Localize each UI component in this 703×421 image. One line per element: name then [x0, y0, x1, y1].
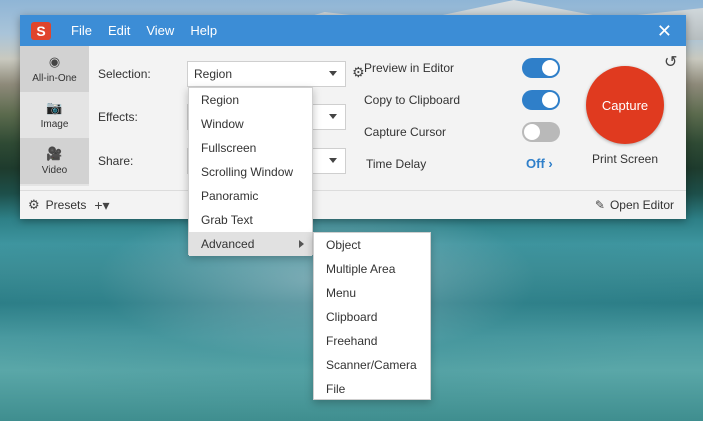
- selection-option-advanced[interactable]: Advanced: [189, 232, 312, 256]
- selection-option-scrolling-window[interactable]: Scrolling Window: [189, 160, 312, 184]
- sidebar-item-label: All-in-One: [32, 73, 77, 84]
- chevron-down-icon: [329, 114, 337, 119]
- menu-edit[interactable]: Edit: [108, 23, 130, 38]
- selection-option-region[interactable]: Region: [189, 88, 312, 112]
- edit-icon: ✎: [594, 198, 605, 212]
- capture-cursor-toggle[interactable]: [522, 122, 560, 142]
- menu-view[interactable]: View: [146, 23, 174, 38]
- preview-in-editor-toggle[interactable]: [522, 58, 560, 78]
- toggle-knob: [542, 60, 558, 76]
- selection-dropdown: Region Window Fullscreen Scrolling Windo…: [188, 87, 313, 256]
- app-logo: S: [31, 21, 51, 40]
- advanced-submenu: Object Multiple Area Menu Clipboard Free…: [313, 232, 431, 400]
- title-bar: S File Edit View Help ✕: [20, 15, 686, 46]
- selection-value: Region: [194, 67, 233, 81]
- copy-to-clipboard-toggle[interactable]: [522, 90, 560, 110]
- chevron-right-icon: [299, 240, 304, 248]
- sidebar-item-image[interactable]: 📷 Image: [20, 92, 89, 138]
- chevron-down-icon: [329, 71, 337, 76]
- video-icon: 🎥: [46, 146, 63, 161]
- camera-icon: 📷: [46, 100, 63, 115]
- sidebar-item-video[interactable]: 🎥 Video: [20, 138, 89, 184]
- open-editor-button[interactable]: ✎ Open Editor: [595, 198, 674, 212]
- sidebar-item-all-in-one[interactable]: ◉ All-in-One: [20, 46, 89, 92]
- sidebar-item-label: Video: [41, 165, 68, 176]
- time-delay-value[interactable]: Off ›: [526, 156, 553, 171]
- presets-gear-icon[interactable]: ⚙: [28, 197, 40, 213]
- menu-help[interactable]: Help: [190, 23, 217, 38]
- sidebar: ◉ All-in-One 📷 Image 🎥 Video: [20, 46, 89, 186]
- advanced-option-clipboard[interactable]: Clipboard: [314, 305, 430, 329]
- advanced-option-file[interactable]: File: [314, 377, 430, 401]
- menu-bar: File Edit View Help: [71, 23, 233, 38]
- chevron-down-icon: [329, 158, 337, 163]
- add-preset-button[interactable]: +▾: [94, 197, 109, 214]
- advanced-option-object[interactable]: Object: [314, 233, 430, 257]
- menu-file[interactable]: File: [71, 23, 92, 38]
- presets-button[interactable]: Presets: [46, 198, 87, 212]
- advanced-option-menu[interactable]: Menu: [314, 281, 430, 305]
- preview-in-editor-label: Preview in Editor: [364, 61, 455, 75]
- capture-cursor-label: Capture Cursor: [364, 125, 447, 139]
- selection-option-panoramic[interactable]: Panoramic: [189, 184, 312, 208]
- bottom-bar: ⚙ Presets +▾ ✎ Open Editor: [20, 190, 686, 219]
- capture-shortcut: Print Screen: [591, 152, 659, 166]
- effects-label: Effects:: [98, 110, 138, 124]
- reset-icon[interactable]: ↺: [664, 52, 677, 72]
- toggle-knob: [524, 124, 540, 140]
- selection-select[interactable]: Region: [187, 61, 346, 87]
- selection-option-fullscreen[interactable]: Fullscreen: [189, 136, 312, 160]
- selection-label: Selection:: [98, 67, 151, 81]
- sidebar-item-label: Image: [40, 119, 69, 130]
- copy-to-clipboard-label: Copy to Clipboard: [364, 93, 461, 107]
- open-editor-label: Open Editor: [609, 198, 674, 212]
- gear-icon[interactable]: ⚙: [352, 64, 365, 81]
- share-label: Share:: [98, 154, 134, 168]
- advanced-option-scanner-camera[interactable]: Scanner/Camera: [314, 353, 430, 377]
- selection-option-window[interactable]: Window: [189, 112, 312, 136]
- capture-button[interactable]: Capture: [586, 66, 664, 144]
- toggle-knob: [542, 92, 558, 108]
- advanced-option-freehand[interactable]: Freehand: [314, 329, 430, 353]
- advanced-label: Advanced: [201, 237, 255, 251]
- close-icon[interactable]: ✕: [657, 21, 672, 42]
- selection-option-grab-text[interactable]: Grab Text: [189, 208, 312, 232]
- capture-window: S File Edit View Help ✕ ◉ All-in-One 📷 I…: [20, 15, 686, 219]
- advanced-option-multiple-area[interactable]: Multiple Area: [314, 257, 430, 281]
- time-delay-label: Time Delay: [366, 157, 427, 171]
- all-in-one-icon: ◉: [48, 54, 61, 69]
